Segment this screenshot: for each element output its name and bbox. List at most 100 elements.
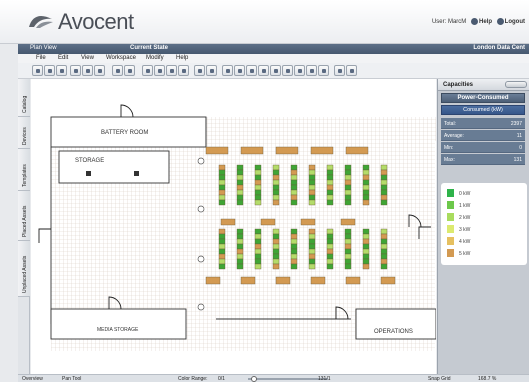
rack[interactable]	[236, 233, 244, 240]
rack[interactable]	[290, 233, 298, 240]
cut-icon[interactable]	[70, 65, 81, 76]
rack[interactable]	[218, 253, 226, 260]
rack[interactable]	[218, 258, 226, 265]
crac-unit[interactable]	[380, 276, 396, 285]
rack[interactable]	[362, 233, 370, 240]
select-icon[interactable]	[194, 65, 205, 76]
rack[interactable]	[290, 194, 298, 201]
rack[interactable]	[362, 258, 370, 265]
menu-workspace[interactable]: Workspace	[106, 55, 136, 61]
rack[interactable]	[272, 238, 280, 245]
crac-unit[interactable]	[260, 218, 276, 226]
rack[interactable]	[326, 228, 334, 235]
rack[interactable]	[344, 164, 352, 171]
rack[interactable]	[380, 248, 388, 255]
rack[interactable]	[308, 179, 316, 186]
undo-icon[interactable]	[112, 65, 123, 76]
color-range-slider[interactable]	[248, 378, 328, 380]
rack[interactable]	[362, 194, 370, 201]
rack[interactable]	[290, 189, 298, 196]
rack[interactable]	[362, 228, 370, 235]
crac-unit[interactable]	[240, 276, 256, 285]
rectangle-icon[interactable]	[258, 65, 269, 76]
crac-unit[interactable]	[310, 276, 326, 285]
save-icon[interactable]	[56, 65, 67, 76]
layers-icon[interactable]	[334, 65, 345, 76]
floor-plan-canvas[interactable]: BATTERY ROOM STORAGE MEDIA STORAGE OPERA…	[31, 79, 436, 351]
overview-tab[interactable]: Overview	[22, 376, 43, 382]
rack[interactable]	[254, 243, 262, 250]
rack[interactable]	[326, 194, 334, 201]
rack[interactable]	[362, 184, 370, 191]
menu-view[interactable]: View	[81, 55, 94, 61]
rack[interactable]	[218, 174, 226, 181]
rack[interactable]	[326, 253, 334, 260]
rack[interactable]	[236, 199, 244, 206]
rack[interactable]	[218, 248, 226, 255]
rack[interactable]	[218, 164, 226, 171]
rack[interactable]	[254, 189, 262, 196]
rack[interactable]	[290, 258, 298, 265]
copy-icon[interactable]	[82, 65, 93, 76]
crac-unit[interactable]	[205, 146, 229, 155]
rack[interactable]	[326, 243, 334, 250]
rack[interactable]	[218, 189, 226, 196]
help-link[interactable]: Help	[470, 18, 492, 25]
rack[interactable]	[254, 258, 262, 265]
rack[interactable]	[254, 233, 262, 240]
rack[interactable]	[344, 228, 352, 235]
rack[interactable]	[308, 189, 316, 196]
rack[interactable]	[380, 233, 388, 240]
rack[interactable]	[344, 194, 352, 201]
rack[interactable]	[236, 253, 244, 260]
tab-placed-assets[interactable]: Placed Assets	[18, 191, 30, 241]
rack[interactable]	[236, 164, 244, 171]
rack[interactable]	[308, 174, 316, 181]
rack[interactable]	[362, 253, 370, 260]
rack[interactable]	[236, 258, 244, 265]
tab-unplaced-assets[interactable]: Unplaced Assets	[18, 241, 30, 297]
rack[interactable]	[272, 248, 280, 255]
rack[interactable]	[362, 263, 370, 270]
rack[interactable]	[308, 194, 316, 201]
rack[interactable]	[362, 248, 370, 255]
rack[interactable]	[344, 169, 352, 176]
rack[interactable]	[272, 258, 280, 265]
rack[interactable]	[380, 184, 388, 191]
crac-unit[interactable]	[205, 276, 221, 285]
rack[interactable]	[326, 238, 334, 245]
circle-icon[interactable]	[270, 65, 281, 76]
menu-file[interactable]: File	[36, 55, 46, 61]
rack[interactable]	[380, 243, 388, 250]
rack[interactable]	[362, 174, 370, 181]
rack[interactable]	[308, 184, 316, 191]
rack[interactable]	[380, 238, 388, 245]
rack[interactable]	[290, 253, 298, 260]
rack[interactable]	[308, 199, 316, 206]
rack[interactable]	[254, 164, 262, 171]
rack[interactable]	[218, 233, 226, 240]
rack[interactable]	[290, 243, 298, 250]
cable-icon[interactable]	[318, 65, 329, 76]
rack[interactable]	[344, 238, 352, 245]
logout-link[interactable]: Logout	[496, 18, 525, 25]
rack[interactable]	[254, 179, 262, 186]
rack[interactable]	[380, 169, 388, 176]
rack[interactable]	[272, 243, 280, 250]
color-range-thumb[interactable]	[251, 376, 257, 382]
rack[interactable]	[218, 228, 226, 235]
rack[interactable]	[344, 199, 352, 206]
rack[interactable]	[236, 174, 244, 181]
rack[interactable]	[272, 179, 280, 186]
redo-icon[interactable]	[124, 65, 135, 76]
rack[interactable]	[272, 169, 280, 176]
shape-icon[interactable]	[294, 65, 305, 76]
window-icon[interactable]	[306, 65, 317, 76]
crac-unit[interactable]	[240, 146, 264, 155]
rack[interactable]	[272, 194, 280, 201]
rack[interactable]	[218, 238, 226, 245]
rack[interactable]	[236, 243, 244, 250]
rack[interactable]	[380, 258, 388, 265]
new-icon[interactable]	[32, 65, 43, 76]
rack[interactable]	[236, 238, 244, 245]
